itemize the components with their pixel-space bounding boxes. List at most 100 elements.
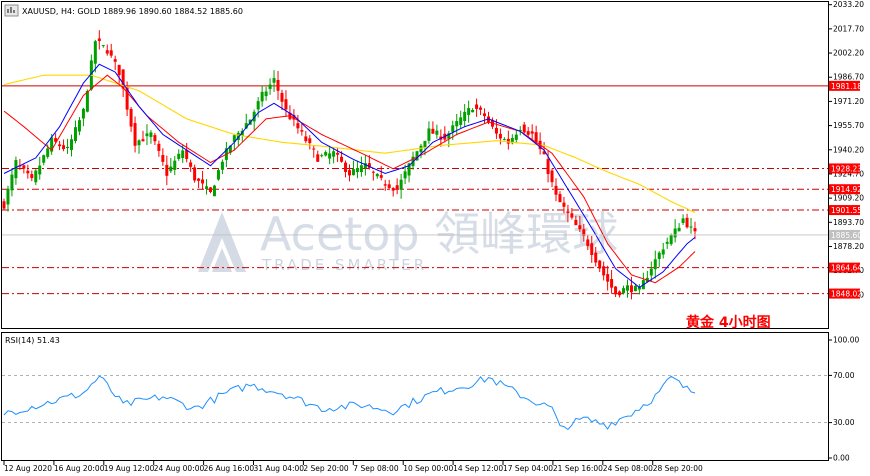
candle-bull: [332, 151, 336, 157]
candle-bull: [272, 78, 276, 83]
candle-bull: [46, 148, 50, 157]
candle-bull: [665, 241, 669, 244]
candle-bull: [427, 128, 431, 141]
candle-bull: [145, 133, 149, 137]
candle-bull: [181, 150, 185, 159]
price-tick-label: 2002.20: [833, 49, 864, 58]
time-tick-label: 21 Sep 16:00: [553, 464, 603, 473]
candle-bull: [149, 132, 153, 137]
candle-bull: [399, 179, 403, 190]
candle-bull: [471, 109, 475, 113]
rsi-tick-label: 70.00: [833, 371, 855, 380]
candle-bull: [264, 91, 268, 97]
candle-bull: [81, 108, 85, 119]
time-tick-label: 31 Aug 04:00: [254, 464, 305, 473]
candle-bear: [304, 136, 308, 142]
candle-bull: [177, 153, 181, 159]
price-tick-label: 1909.20: [833, 194, 864, 203]
candle-bull: [435, 130, 439, 135]
rsi-tick-label: 0.00: [833, 454, 850, 463]
candle-bull: [14, 160, 18, 179]
time-tick-label: 28 Sep 20:00: [653, 464, 703, 473]
time-tick-label: 24 Aug 00:00: [154, 464, 205, 473]
candle-bull: [669, 235, 673, 245]
candle-bear: [534, 132, 538, 143]
candle-bull: [77, 120, 81, 132]
time-tick-label: 24 Sep 08:00: [603, 464, 653, 473]
candle-bull: [359, 165, 363, 173]
candle-bear: [590, 243, 594, 256]
candle-bear: [685, 217, 689, 228]
candle-bull: [467, 108, 471, 115]
candle-bear: [193, 167, 197, 181]
candle-bear: [618, 291, 622, 296]
candle-bear: [598, 260, 602, 269]
candle-bull: [205, 186, 209, 189]
candle-bear: [610, 279, 614, 288]
candle-bull: [455, 121, 459, 127]
candle-bull: [677, 227, 681, 232]
candle-bear: [62, 145, 66, 150]
candle-bear: [153, 135, 157, 142]
candle-bear: [141, 139, 145, 142]
rsi-tick-label: 30.00: [833, 418, 855, 427]
price-tick-label: 1940.20: [833, 145, 864, 154]
candle-bear: [586, 239, 590, 247]
watermark-tagline: TRADE SMARTER: [261, 256, 427, 274]
candle-bull: [73, 127, 77, 141]
candle-bull: [256, 101, 260, 110]
candle-bull: [38, 165, 42, 175]
watermark-brand: Acetop 領峰環球: [260, 207, 618, 261]
candle-bull: [66, 146, 70, 149]
candle-bull: [502, 139, 506, 141]
level-label: 1901.55: [831, 206, 862, 215]
candle-bear: [498, 133, 502, 139]
candle-bull: [260, 91, 264, 102]
candle-bear: [97, 38, 101, 42]
candle-bull: [657, 252, 661, 259]
candle-bear: [574, 219, 578, 226]
candle-bull: [514, 134, 518, 140]
candle-bear: [387, 184, 391, 188]
candle-bear: [308, 138, 312, 144]
candle-bull: [169, 166, 173, 172]
candle-bear: [340, 156, 344, 162]
candle-bull: [673, 228, 677, 238]
candle-bull: [351, 169, 355, 176]
candle-bear: [570, 213, 574, 218]
rsi-tick-label: 100.00: [833, 336, 859, 345]
candle-bear: [58, 144, 62, 147]
candle-bear: [395, 185, 399, 190]
candle-bear: [566, 211, 570, 214]
price-tick-label: 2017.70: [833, 24, 864, 33]
candle-bull: [649, 268, 653, 276]
candle-bull: [423, 140, 427, 148]
candle-bear: [26, 170, 30, 174]
candle-bear: [2, 201, 6, 209]
candle-bear: [371, 171, 375, 173]
candle-bear: [522, 124, 526, 133]
candle-bear: [296, 123, 300, 129]
candle-bear: [379, 175, 383, 178]
candle-bull: [34, 170, 38, 183]
candle-bear: [276, 79, 280, 91]
chart-caption: 黄金 4小时图: [686, 314, 771, 331]
rsi-panel-frame: [1, 332, 829, 461]
candle-bear: [578, 225, 582, 230]
candle-bull: [85, 90, 89, 112]
candle-bear: [383, 184, 387, 186]
price-tick-label: 1878.20: [833, 242, 864, 251]
candle-bear: [629, 285, 633, 293]
candle-bear: [550, 170, 554, 183]
candle-bear: [693, 228, 697, 232]
time-tick-label: 14 Sep 12:00: [453, 464, 503, 473]
candle-bull: [463, 111, 467, 121]
candle-bear: [113, 59, 117, 62]
candle-bear: [129, 108, 133, 127]
level-label: 1848.02: [831, 290, 862, 299]
time-tick-label: 12 Aug 2020: [4, 464, 52, 473]
candle-bull: [6, 188, 10, 205]
candle-bear: [197, 178, 201, 181]
price-tick-label: 1955.70: [833, 121, 864, 130]
candle-bull: [622, 288, 626, 294]
